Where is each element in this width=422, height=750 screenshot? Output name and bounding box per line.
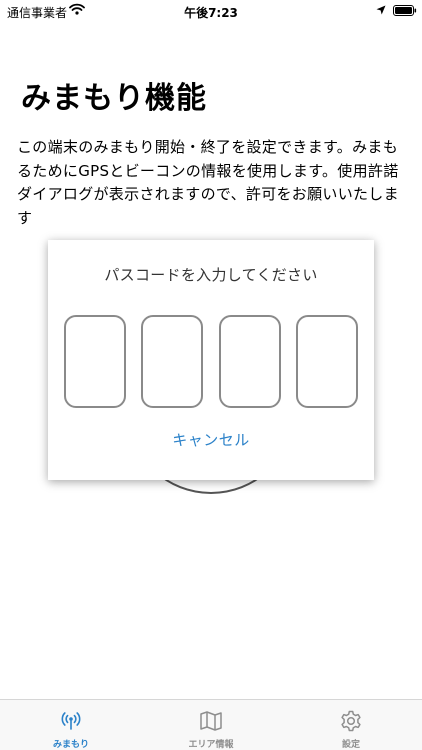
tab-mimamori[interactable]: みまもり: [21, 700, 121, 750]
passcode-dialog-title: パスコードを入力してください: [104, 266, 318, 284]
battery-icon: [393, 5, 417, 19]
page-description: この端末のみまもり開始・終了を設定できます。みまもるためにGPSとビーコンの情報…: [17, 138, 399, 227]
map-icon: [199, 709, 223, 733]
tab-label: エリア情報: [188, 740, 234, 750]
status-time: 午後7:23: [184, 6, 238, 20]
gear-icon: [339, 709, 363, 733]
location-arrow-icon: [376, 4, 386, 18]
tab-label: 設定: [341, 740, 360, 750]
status-bar: 通信事業者 午後7:23: [0, 0, 422, 22]
antenna-icon: [59, 709, 83, 733]
tab-area-info[interactable]: エリア情報: [161, 700, 261, 750]
passcode-digit-box[interactable]: [64, 315, 126, 408]
tab-settings[interactable]: 設定: [301, 700, 401, 750]
tab-bar: みまもり エリア情報 設定: [0, 699, 422, 750]
tab-label: みまもり: [52, 740, 89, 750]
passcode-digit-box[interactable]: [141, 315, 203, 408]
cancel-button[interactable]: キャンセル: [161, 428, 261, 450]
passcode-dialog: パスコードを入力してください キャンセル: [48, 240, 374, 480]
passcode-digit-box[interactable]: [296, 315, 358, 408]
passcode-digit-box[interactable]: [219, 315, 281, 408]
page-title: みまもり機能: [21, 81, 207, 116]
